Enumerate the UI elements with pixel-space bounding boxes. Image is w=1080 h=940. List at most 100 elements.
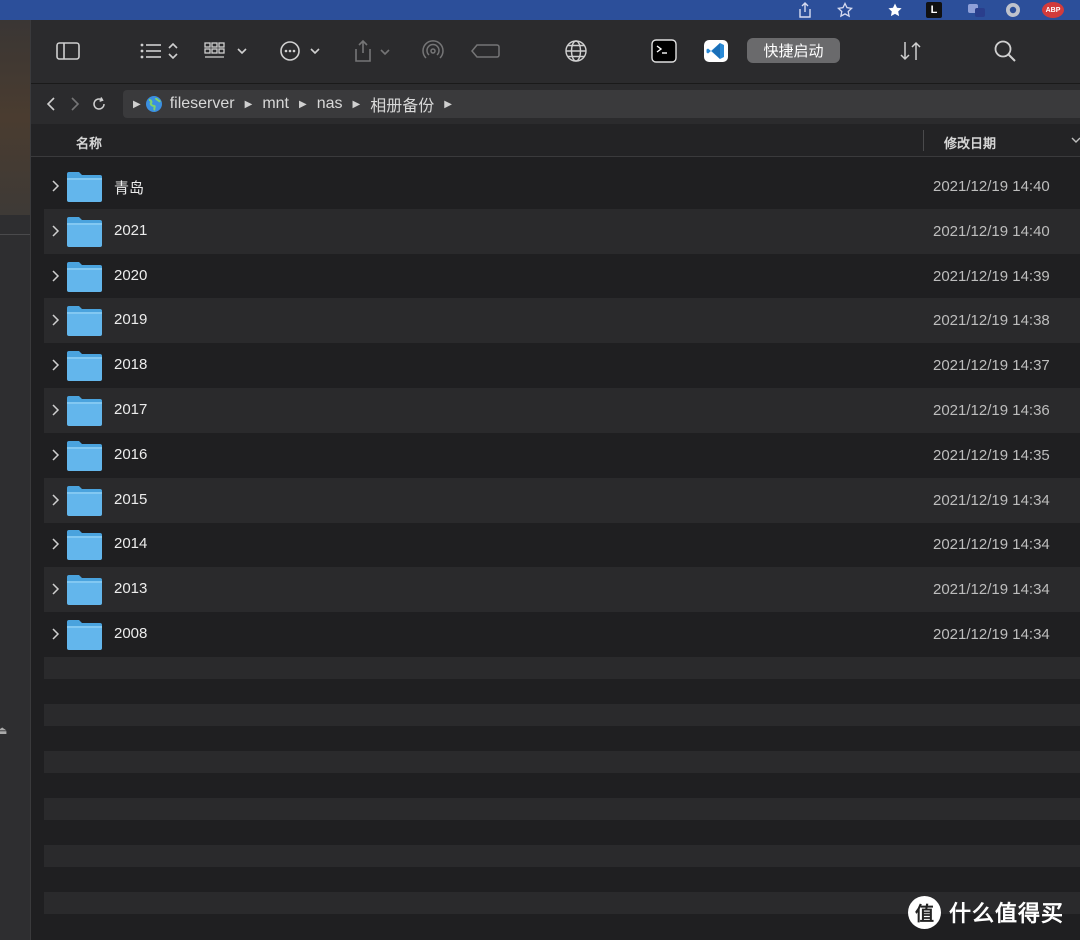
path-bar: ▶ fileserver ▶ mnt ▶ nas ▶ 相册备份 ▶ bbox=[31, 84, 1080, 124]
background-window-divider bbox=[0, 234, 30, 235]
disclosure-chevron-icon[interactable] bbox=[50, 493, 62, 507]
background-window-edge: ⏏ bbox=[0, 20, 30, 940]
circle-extension-icon[interactable] bbox=[1004, 2, 1022, 18]
disclosure-chevron-icon[interactable] bbox=[50, 627, 62, 641]
group-view-icon[interactable] bbox=[203, 38, 253, 64]
disclosure-chevron-icon[interactable] bbox=[50, 224, 62, 238]
folder-icon bbox=[67, 485, 102, 516]
file-row-8[interactable]: 2014 2021/12/19 14:34 bbox=[44, 522, 1080, 567]
breadcrumb-arrow-icon: ▶ bbox=[298, 98, 307, 110]
folder-icon bbox=[67, 440, 102, 471]
sort-chevron-down-icon[interactable] bbox=[1071, 136, 1080, 144]
empty-row-stripe bbox=[44, 657, 1080, 679]
folder-icon bbox=[67, 216, 102, 247]
file-date-modified: 2021/12/19 14:38 bbox=[933, 312, 1050, 330]
disclosure-chevron-icon[interactable] bbox=[50, 358, 62, 372]
quick-launch-button[interactable]: 快捷启动 bbox=[747, 38, 840, 63]
file-row-7[interactable]: 2015 2021/12/19 14:34 bbox=[44, 477, 1080, 523]
file-date-modified: 2021/12/19 14:40 bbox=[933, 222, 1050, 240]
column-header-date-modified[interactable]: 修改日期 bbox=[944, 133, 996, 152]
watermark: 值 什么值得买 bbox=[908, 894, 1064, 930]
file-date-modified: 2021/12/19 14:34 bbox=[933, 581, 1050, 599]
file-date-modified: 2021/12/19 14:35 bbox=[933, 446, 1050, 464]
folder-icon bbox=[67, 620, 102, 650]
breadcrumb-arrow-icon: ▶ bbox=[133, 98, 141, 110]
breadcrumb-item-mnt[interactable]: mnt bbox=[262, 95, 289, 113]
file-row-2[interactable]: 2020 2021/12/19 14:39 bbox=[44, 254, 1080, 299]
file-row-9[interactable]: 2013 2021/12/19 14:34 bbox=[44, 567, 1080, 613]
terminal-icon[interactable] bbox=[651, 38, 677, 64]
empty-row-stripe bbox=[44, 845, 1080, 867]
eject-icon: ⏏ bbox=[0, 725, 8, 737]
folder-icon bbox=[67, 351, 102, 382]
file-name: 2019 bbox=[114, 311, 148, 329]
file-row-1[interactable]: 2021 2021/12/19 14:40 bbox=[44, 208, 1080, 254]
file-name: 2018 bbox=[114, 356, 148, 374]
file-name: 2013 bbox=[114, 580, 148, 598]
browser-toolbar-strip: L ABP bbox=[0, 0, 1080, 20]
share-menu-icon[interactable] bbox=[353, 38, 395, 64]
list-view-icon[interactable] bbox=[139, 38, 183, 64]
file-date-modified: 2021/12/19 14:39 bbox=[933, 267, 1050, 285]
server-globe-icon bbox=[145, 96, 162, 112]
breadcrumb-item-album-backup[interactable]: 相册备份 bbox=[370, 92, 434, 116]
sort-icon[interactable] bbox=[897, 38, 925, 64]
disclosure-chevron-icon[interactable] bbox=[50, 448, 62, 462]
file-row-4[interactable]: 2018 2021/12/19 14:37 bbox=[44, 343, 1080, 388]
folder-icon bbox=[67, 306, 102, 337]
file-name: 2008 bbox=[114, 625, 148, 642]
sidebar-toggle-icon[interactable] bbox=[55, 38, 81, 64]
folder-icon bbox=[67, 396, 102, 426]
disclosure-chevron-icon[interactable] bbox=[50, 537, 62, 551]
airdrop-icon[interactable] bbox=[419, 38, 447, 64]
file-date-modified: 2021/12/19 14:36 bbox=[933, 402, 1050, 419]
empty-row-stripe bbox=[44, 798, 1080, 820]
disclosure-chevron-icon[interactable] bbox=[50, 313, 62, 327]
network-globe-icon[interactable] bbox=[563, 38, 589, 64]
disclosure-chevron-icon[interactable] bbox=[50, 582, 62, 596]
empty-row-stripe bbox=[44, 751, 1080, 773]
file-row-10[interactable]: 2008 2021/12/19 14:34 bbox=[44, 612, 1080, 657]
back-chevron-icon[interactable] bbox=[43, 94, 59, 114]
favorites-star-icon[interactable] bbox=[886, 2, 904, 18]
file-date-modified: 2021/12/19 14:34 bbox=[933, 626, 1050, 643]
folder-icon bbox=[67, 530, 102, 561]
breadcrumb-arrow-icon[interactable]: ▶ bbox=[444, 99, 452, 110]
watermark-logo-icon: 值 bbox=[908, 895, 941, 929]
column-divider[interactable] bbox=[923, 130, 924, 151]
file-row-0[interactable]: 青岛 2021/12/19 14:40 bbox=[44, 164, 1080, 209]
translate-extension-icon[interactable] bbox=[966, 2, 988, 18]
folder-icon bbox=[67, 261, 102, 292]
file-row-3[interactable]: 2019 2021/12/19 14:38 bbox=[44, 298, 1080, 344]
finder-window: 快捷启动 ▶ fileserver ▶ mnt ▶ nas ▶ 相册备份 ▶ 名… bbox=[30, 20, 1080, 940]
finder-toolbar: 快捷启动 bbox=[31, 20, 1080, 84]
vscode-icon[interactable] bbox=[703, 38, 729, 64]
breadcrumb-item-fileserver[interactable]: fileserver bbox=[170, 95, 235, 113]
disclosure-chevron-icon[interactable] bbox=[50, 269, 62, 283]
breadcrumb-item-nas[interactable]: nas bbox=[317, 95, 343, 113]
file-date-modified: 2021/12/19 14:34 bbox=[933, 536, 1050, 554]
disclosure-chevron-icon[interactable] bbox=[50, 403, 62, 417]
share-icon[interactable] bbox=[796, 2, 814, 18]
folder-icon bbox=[67, 172, 102, 202]
adblock-plus-icon[interactable]: ABP bbox=[1042, 2, 1064, 18]
breadcrumb-arrow-icon: ▶ bbox=[244, 98, 253, 110]
file-name: 2014 bbox=[114, 535, 148, 553]
more-actions-icon[interactable] bbox=[279, 38, 325, 64]
file-name: 2021 bbox=[114, 221, 148, 239]
column-header-name[interactable]: 名称 bbox=[76, 133, 102, 152]
file-row-5[interactable]: 2017 2021/12/19 14:36 bbox=[44, 388, 1080, 433]
forward-chevron-icon[interactable] bbox=[67, 94, 83, 114]
bookmark-star-icon[interactable] bbox=[836, 2, 854, 18]
tag-icon[interactable] bbox=[471, 38, 501, 64]
disclosure-chevron-icon[interactable] bbox=[50, 179, 62, 193]
search-icon[interactable] bbox=[991, 38, 1019, 64]
reload-icon[interactable] bbox=[91, 94, 107, 114]
file-name: 2017 bbox=[114, 401, 148, 418]
breadcrumb-arrow-icon: ▶ bbox=[352, 98, 361, 110]
background-window-top bbox=[0, 20, 30, 215]
file-date-modified: 2021/12/19 14:34 bbox=[933, 491, 1050, 509]
file-row-6[interactable]: 2016 2021/12/19 14:35 bbox=[44, 433, 1080, 478]
extension-l-icon[interactable]: L bbox=[926, 2, 942, 18]
file-name: 青岛 bbox=[114, 180, 145, 197]
